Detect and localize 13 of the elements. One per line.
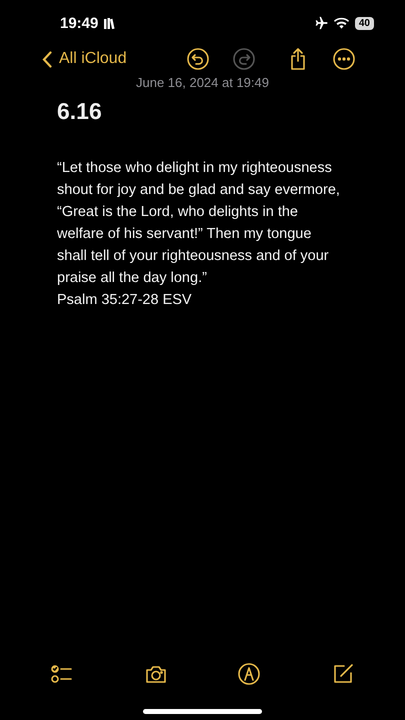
more-icon[interactable] (332, 47, 356, 71)
battery-level: 40 (354, 16, 374, 30)
note-paragraph: “Let those who delight in my righteousness shout for joy and be glad and say evermore, “Great is the Lord, who delights in the welfare of his servant!” Then my tongue shall tell of your righteousness and of your praise all the day long.” (57, 159, 341, 288)
note-title: 6.16 (57, 98, 103, 125)
pen-tip-icon[interactable] (237, 662, 262, 686)
back-button[interactable]: All iCloud (42, 50, 127, 68)
wifi-icon (334, 17, 349, 29)
books-icon (104, 18, 116, 28)
note-reference: Psalm 35:27-28 ESV (57, 291, 193, 310)
note-date: June 16, 2024 at 19:49 (134, 75, 270, 90)
undo-icon[interactable] (186, 47, 210, 71)
chevron-left-icon (42, 50, 52, 68)
status-time: 19:49 (60, 14, 98, 32)
